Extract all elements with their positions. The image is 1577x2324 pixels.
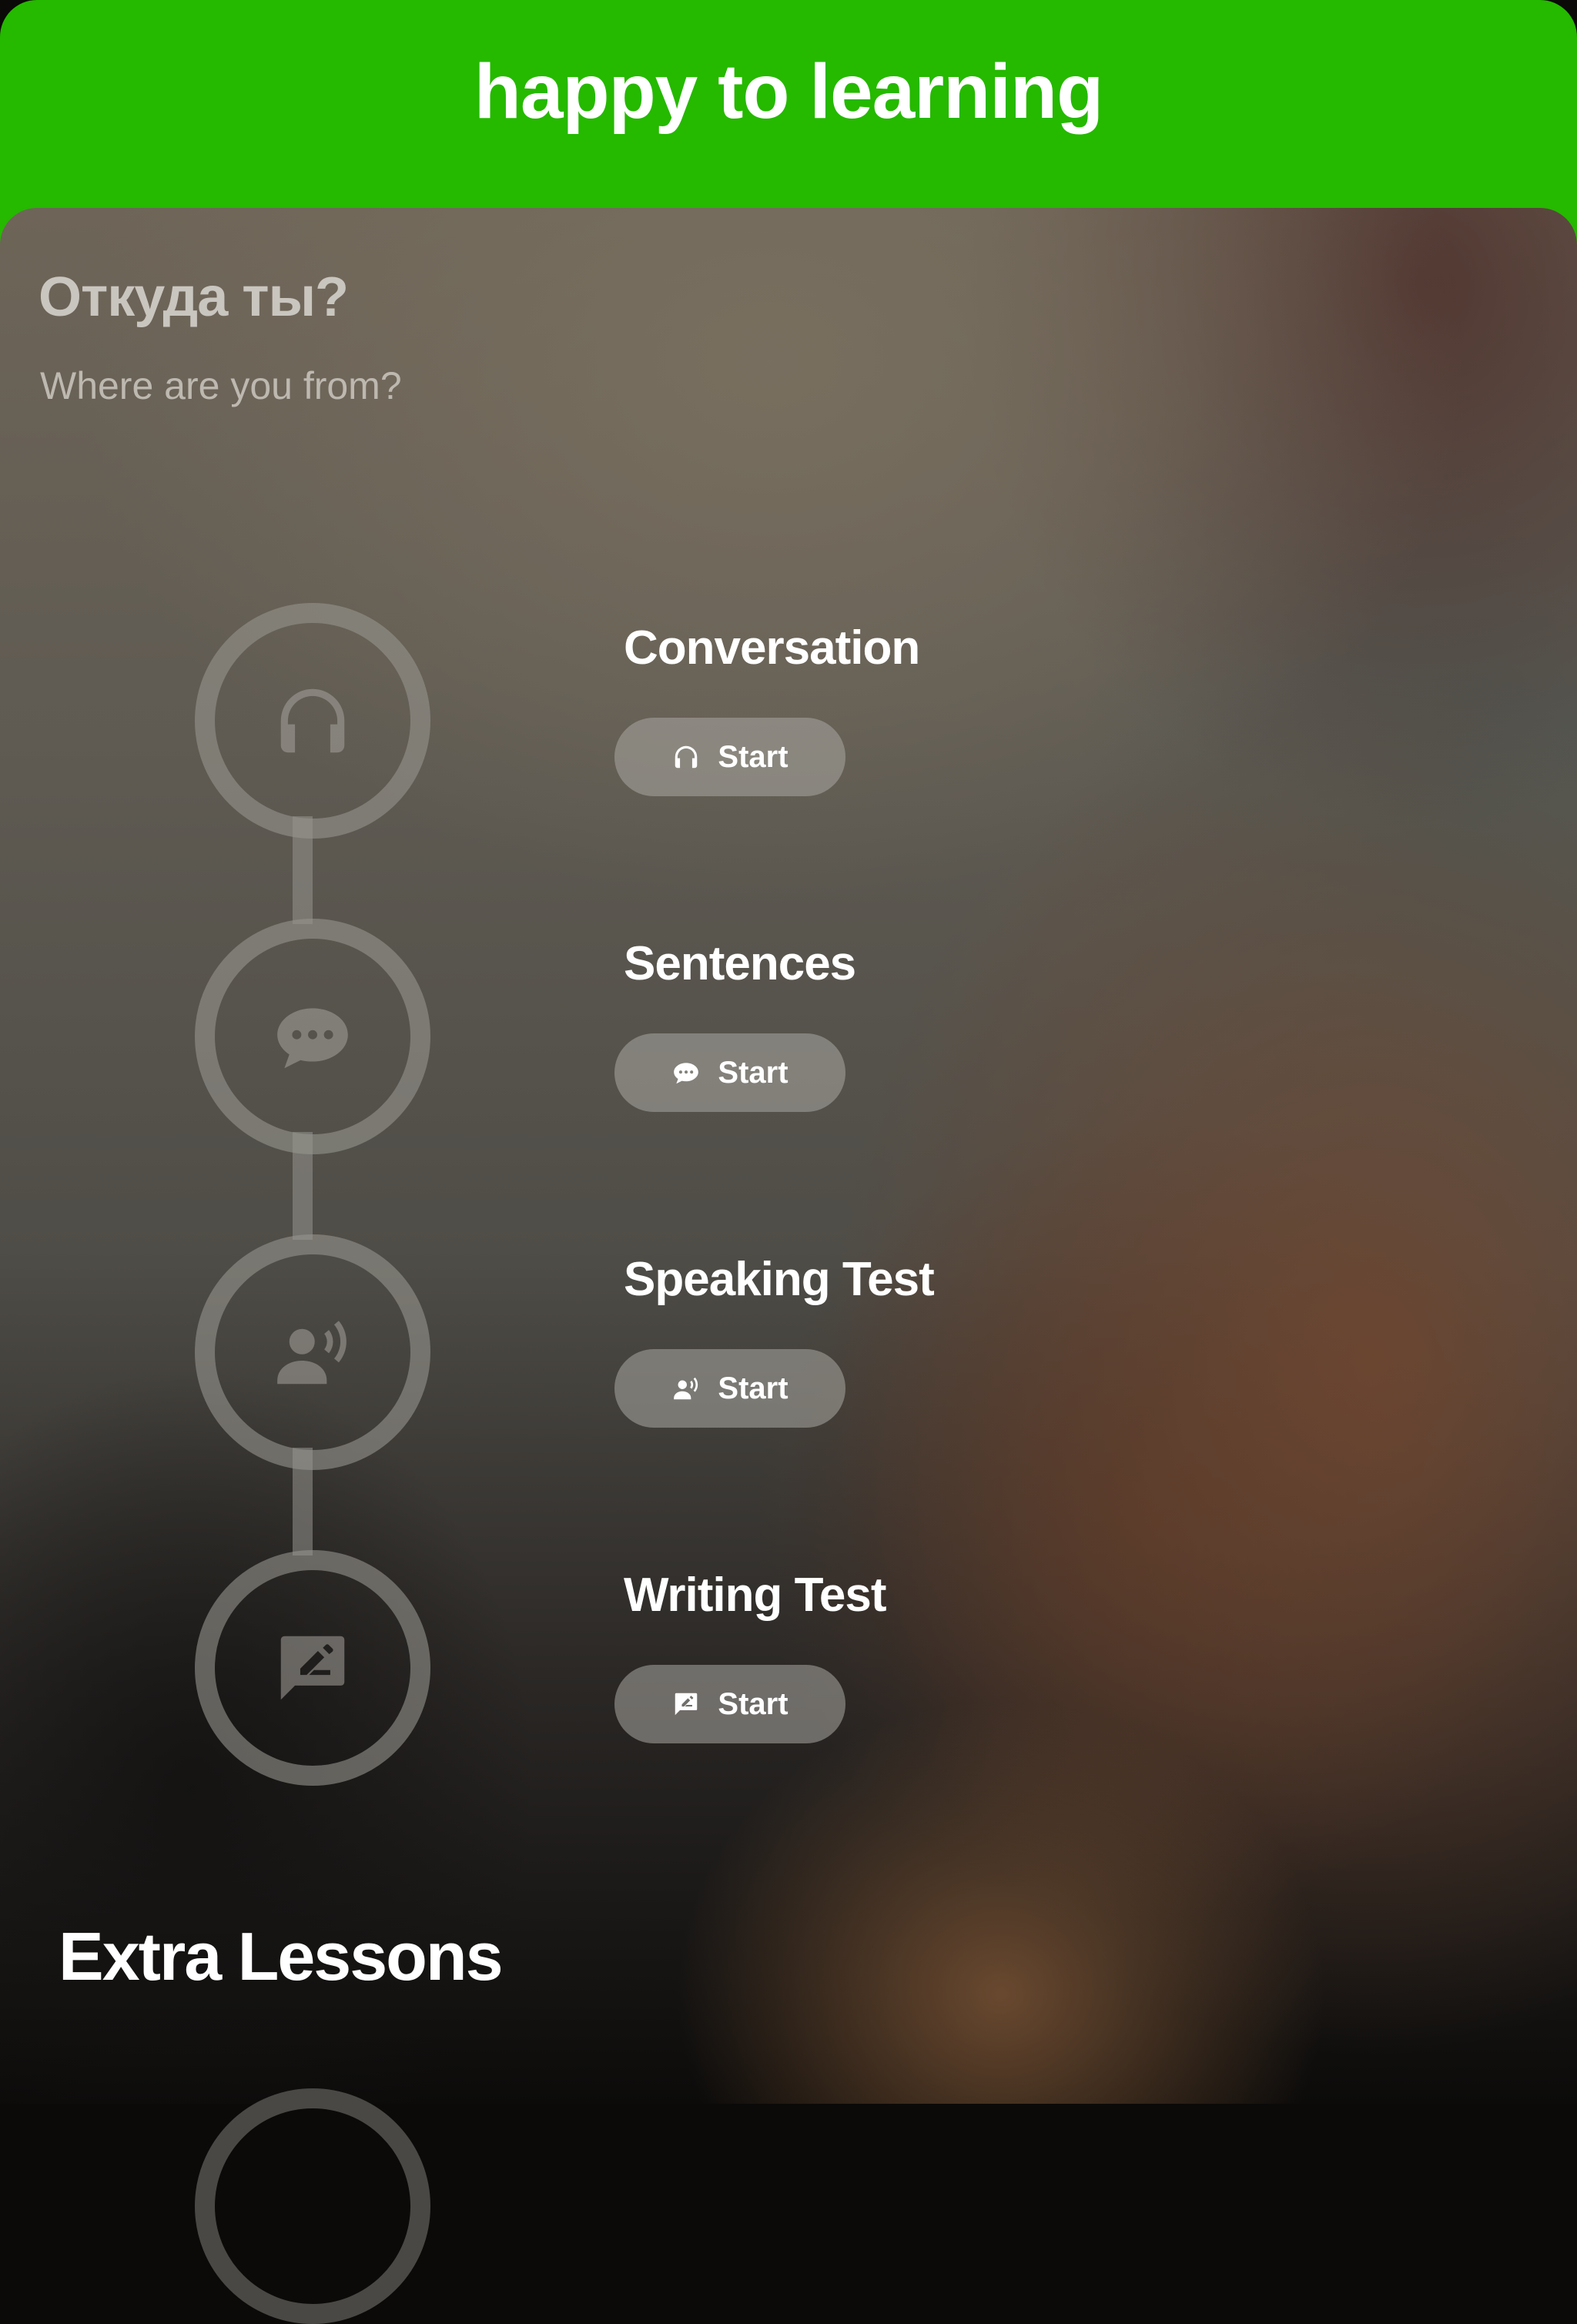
headphones-icon: [280, 688, 345, 753]
lesson-title: Откуда ты?: [39, 266, 349, 328]
start-button-label: Start: [718, 1686, 788, 1721]
speaking-person-icon: [674, 1377, 698, 1400]
step-label-writing-test: Writing Test: [624, 1569, 886, 1622]
extra-lessons-heading: Extra Lessons: [59, 1918, 504, 1994]
step-circle-conversation[interactable]: [195, 603, 430, 839]
start-button-label: Start: [718, 739, 788, 774]
step-label-speaking-test: Speaking Test: [624, 1253, 935, 1306]
edit-message-icon: [280, 1636, 345, 1700]
step-circle-sentences[interactable]: [195, 919, 430, 1154]
start-speaking-test-button[interactable]: Start: [614, 1349, 845, 1428]
lesson-panel: [0, 208, 1577, 2104]
start-writing-test-button[interactable]: Start: [614, 1665, 845, 1743]
chat-bubble-icon: [674, 1063, 699, 1084]
step-circle-writing-test[interactable]: [195, 1550, 430, 1786]
start-button-label: Start: [718, 1055, 788, 1090]
start-sentences-button[interactable]: Start: [614, 1033, 845, 1112]
step-label-sentences: Sentences: [624, 937, 856, 990]
speaking-person-icon: [277, 1321, 347, 1385]
app-title: happy to learning: [474, 49, 1103, 135]
step-label-conversation: Conversation: [624, 621, 920, 675]
step-circle-speaking-test[interactable]: [195, 1234, 430, 1470]
edit-message-icon: [675, 1693, 698, 1716]
lesson-subtitle: Where are you from?: [40, 364, 402, 407]
chat-bubble-icon: [277, 1008, 348, 1069]
headphones-icon: [675, 745, 698, 769]
start-button-label: Start: [718, 1371, 788, 1405]
extra-lesson-circle[interactable]: [195, 2088, 430, 2324]
start-conversation-button[interactable]: Start: [614, 718, 845, 796]
